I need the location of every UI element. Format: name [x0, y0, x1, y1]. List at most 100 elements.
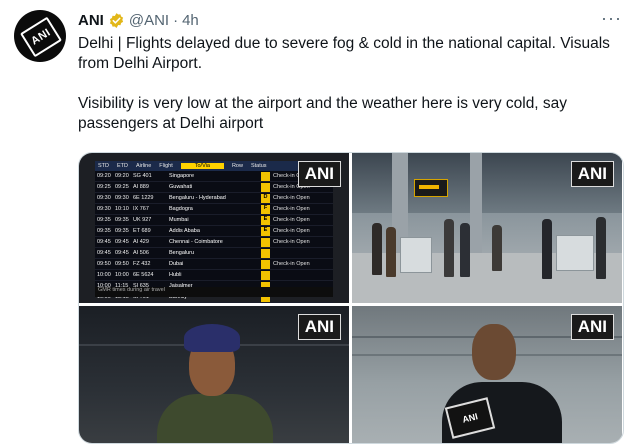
flight-std: 09:30 [97, 195, 111, 201]
flight-status: Check-in Open [273, 206, 310, 212]
flight-std: 09:45 [97, 239, 111, 245]
flight-std: 09:25 [97, 184, 111, 190]
flight-row: 09:30 10:10 IX 767 Bagdogra F Check-in Open [95, 204, 333, 215]
flight-destination: Singapore [169, 173, 195, 179]
flight-destination: Dubai [169, 261, 184, 267]
flight-board-rows: 09:20 09:20 SG 401 Singapore Check-in Open 09… [95, 171, 333, 303]
passenger [492, 225, 502, 271]
flight-status: Check-in Open [273, 217, 310, 223]
flight-gate: F [261, 204, 270, 214]
flight-number: 6E 5624 [133, 272, 154, 278]
flight-std: 10:00 [97, 272, 111, 278]
board-col-airline: Airline [136, 163, 152, 169]
flight-destination: Hubli [169, 272, 182, 278]
flight-std: 09:35 [97, 217, 111, 223]
flight-etd: 09:35 [115, 228, 129, 234]
avatar-logo-text: ANI [29, 26, 53, 48]
flight-row: 09:45 09:45 AI 429 Chennai - Coimbatore Chec… [95, 237, 333, 248]
tweet-card[interactable]: ANI ANI @ANI · 4h ··· Delhi | Flights de… [0, 0, 640, 444]
flight-destination: Guwahati [169, 184, 193, 190]
author-handle[interactable]: @ANI [129, 12, 169, 29]
flight-row: 09:50 09:50 FZ 432 Dubai Check-in Open [95, 259, 333, 270]
media-grid: STD ETD Airline Flight To/Via Row Status… [78, 152, 624, 444]
media-photo-terminal-crowd[interactable]: ANI [352, 153, 622, 303]
ani-watermark: ANI [297, 314, 341, 340]
luggage-trolley [400, 237, 432, 273]
avatar[interactable]: ANI [14, 10, 66, 62]
author-name[interactable]: ANI [78, 12, 104, 29]
ani-watermark: ANI [570, 314, 614, 340]
flight-status: Check-in Open [273, 261, 310, 267]
tweet-time[interactable]: 4h [182, 12, 199, 29]
flight-gate [261, 237, 270, 247]
flight-std: 09:45 [97, 250, 111, 256]
interviewee-head [472, 324, 516, 380]
terminal-pillar [470, 153, 482, 263]
flight-status: Check-in Open [273, 195, 310, 201]
flight-number: IX 767 [133, 206, 149, 212]
flight-number: UK 927 [133, 217, 152, 223]
flight-gate [261, 182, 270, 192]
interviewee-turban [184, 324, 240, 352]
passenger [372, 223, 382, 275]
verified-badge-icon [108, 12, 125, 29]
flight-gate [261, 248, 270, 258]
flight-gate [261, 270, 270, 280]
flight-gate: E [261, 215, 270, 225]
flight-row: 10:00 10:00 6E 5624 Hubli [95, 270, 333, 281]
flight-std: 09:20 [97, 173, 111, 179]
flight-number: AI 429 [133, 239, 149, 245]
tweet-header: ANI @ANI · 4h [78, 10, 199, 30]
flight-destination: Bengaluru - Hyderabad [169, 195, 226, 201]
flight-row: 09:30 09:30 6E 1229 Bengaluru - Hyderabad D C… [95, 193, 333, 204]
flight-number: ET 689 [133, 228, 151, 234]
flight-number: 6E 1229 [133, 195, 154, 201]
more-horizontal-icon[interactable]: ··· [601, 8, 622, 29]
flight-row: 09:35 09:35 ET 689 Addis Ababa E Check-in Ope… [95, 226, 333, 237]
flight-number: AI 506 [133, 250, 149, 256]
flight-status: Check-in Open [273, 239, 310, 245]
passenger [542, 219, 552, 279]
board-col-destination: To/Via [180, 163, 224, 169]
flight-etd: 09:50 [115, 261, 129, 267]
flight-gate [261, 171, 270, 181]
interviewee-jacket [157, 394, 273, 443]
passenger [460, 223, 470, 277]
flight-status: Check-in Open [273, 228, 310, 234]
flight-etd: 09:30 [115, 195, 129, 201]
passenger [444, 219, 454, 277]
passenger [596, 217, 606, 279]
media-photo-passenger-interview-2[interactable]: ANI ANI [352, 306, 622, 443]
flight-gate [261, 259, 270, 269]
passenger [386, 227, 396, 277]
flight-std: 09:35 [97, 228, 111, 234]
flight-etd: 10:10 [115, 206, 129, 212]
tweet-text: Delhi | Flights delayed due to severe fo… [78, 35, 610, 132]
flight-number: FZ 432 [133, 261, 151, 267]
separator-dot: · [173, 11, 179, 29]
media-photo-passenger-interview-1[interactable]: ANI [79, 306, 349, 443]
flight-etd: 09:20 [115, 173, 129, 179]
ani-watermark: ANI [570, 161, 614, 187]
board-col-std: STD [98, 163, 109, 169]
flight-number: AI 889 [133, 184, 149, 190]
flight-number: SG 401 [133, 173, 152, 179]
flight-std: 09:30 [97, 206, 111, 212]
flight-etd: 09:45 [115, 239, 129, 245]
flight-destination: Bengaluru [169, 250, 195, 256]
board-col-status: Status [250, 163, 267, 169]
flight-row: 09:45 09:45 AI 506 Bengaluru [95, 248, 333, 259]
flight-destination: Mumbai [169, 217, 189, 223]
luggage-trolley [556, 235, 594, 271]
flight-etd: 09:25 [115, 184, 129, 190]
flight-etd: 10:00 [115, 272, 129, 278]
flight-gate: D [261, 193, 270, 203]
flight-gate: E [261, 226, 270, 236]
media-photo-departure-board[interactable]: STD ETD Airline Flight To/Via Row Status… [79, 153, 349, 303]
board-footer: GMR times during air travel [95, 287, 333, 297]
direction-signboard [414, 179, 448, 197]
ani-watermark: ANI [297, 161, 341, 187]
flight-etd: 09:35 [115, 217, 129, 223]
flight-etd: 09:45 [115, 250, 129, 256]
flight-destination: Addis Ababa [169, 228, 200, 234]
